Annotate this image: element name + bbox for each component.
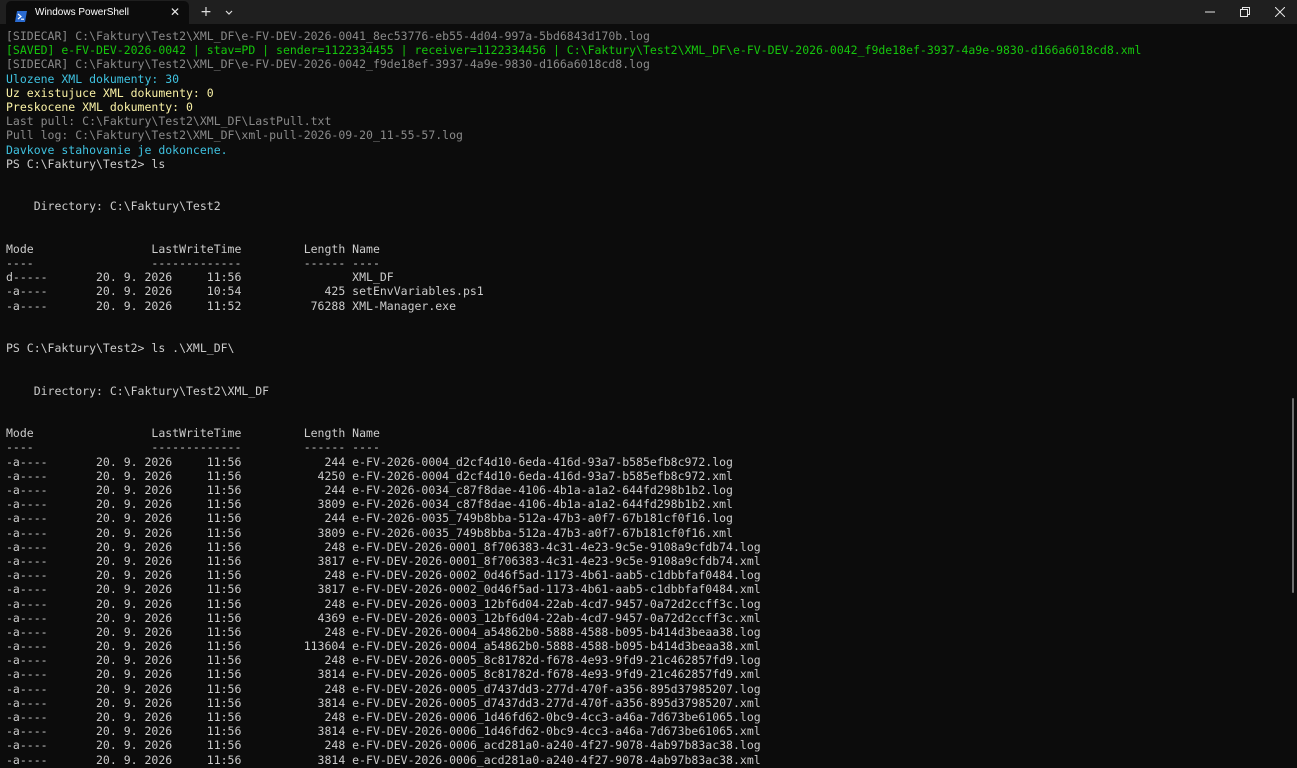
terminal-line: Mode LastWriteTime Length Name (6, 426, 380, 441)
terminal-line: [SIDECAR] C:\Faktury\Test2\XML_DF\e-FV-D… (6, 57, 650, 72)
terminal-line: -a---- 20. 9. 2026 11:56 248 e-FV-DEV-20… (6, 653, 761, 668)
terminal-line: -a---- 20. 9. 2026 11:56 248 e-FV-DEV-20… (6, 681, 761, 696)
terminal-line: Preskocene XML dokumenty: 0 (6, 99, 193, 114)
tab-close-icon[interactable]: ✕ (168, 5, 182, 19)
terminal-line: -a---- 20. 9. 2026 11:56 248 e-FV-DEV-20… (6, 596, 761, 611)
terminal-line: -a---- 20. 9. 2026 11:56 3809 e-FV-2026-… (6, 497, 733, 512)
terminal-line: PS C:\Faktury\Test2> ls (6, 156, 166, 171)
tab-title: Windows PowerShell (35, 7, 129, 18)
terminal-line: -a---- 20. 9. 2026 11:56 248 e-FV-DEV-20… (6, 710, 761, 724)
terminal-line: -a---- 20. 9. 2026 11:56 4369 e-FV-DEV-2… (6, 610, 761, 625)
terminal-output[interactable]: [SIDECAR] C:\Faktury\Test2\XML_DF\e-FV-D… (6, 29, 1289, 768)
terminal-line: -a---- 20. 9. 2026 11:56 3814 e-FV-DEV-2… (6, 667, 761, 682)
powershell-icon (15, 7, 27, 22)
terminal-line: -a---- 20. 9. 2026 11:56 3814 e-FV-DEV-2… (6, 724, 761, 739)
close-button[interactable] (1263, 0, 1297, 24)
terminal-line: -a---- 20. 9. 2026 11:56 3814 e-FV-DEV-2… (6, 752, 761, 767)
terminal-line: -a---- 20. 9. 2026 11:56 113604 e-FV-DEV… (6, 639, 761, 654)
terminal-line: -a---- 20. 9. 2026 11:52 76288 XML-Manag… (6, 298, 457, 313)
terminal-line: Davkove stahovanie je dokoncene. (6, 142, 228, 157)
terminal-line: Ulozene XML dokumenty: 30 (6, 71, 180, 86)
title-bar: Windows PowerShell ✕ + (0, 0, 1297, 24)
terminal-line: -a---- 20. 9. 2026 11:56 248 e-FV-DEV-20… (6, 539, 761, 554)
terminal-line: ---- ------------- ------ ---- (6, 256, 380, 270)
terminal-line: ---- ------------- ------ ---- (6, 440, 380, 455)
terminal-line: -a---- 20. 9. 2026 11:56 3814 e-FV-DEV-2… (6, 695, 761, 710)
terminal-line: -a---- 20. 9. 2026 10:54 425 setEnvVaria… (6, 284, 484, 299)
terminal-line: -a---- 20. 9. 2026 11:56 3817 e-FV-DEV-2… (6, 553, 761, 568)
terminal-line: -a---- 20. 9. 2026 11:56 248 e-FV-DEV-20… (6, 624, 761, 639)
maximize-icon (1240, 7, 1250, 17)
terminal-line: -a---- 20. 9. 2026 11:56 244 e-FV-2026-0… (6, 454, 733, 469)
tab-windows-powershell[interactable]: Windows PowerShell ✕ (6, 1, 189, 24)
terminal-line: Directory: C:\Faktury\Test2\XML_DF (6, 383, 270, 398)
terminal-line: Mode LastWriteTime Length Name (6, 241, 380, 256)
minimize-button[interactable] (1193, 0, 1227, 24)
terminal-line: PS C:\Faktury\Test2> ls .\XML_DF\ (6, 341, 235, 356)
terminal-line: -a---- 20. 9. 2026 11:56 248 e-FV-DEV-20… (6, 568, 761, 583)
terminal-line: Pull log: C:\Faktury\Test2\XML_DF\xml-pu… (6, 128, 463, 143)
minimize-icon (1205, 11, 1215, 13)
terminal-line: -a---- 20. 9. 2026 11:56 3809 e-FV-2026-… (6, 525, 733, 540)
close-icon (1275, 7, 1285, 17)
terminal-line: Directory: C:\Faktury\Test2 (6, 199, 221, 214)
terminal-line: -a---- 20. 9. 2026 11:56 4250 e-FV-2026-… (6, 468, 733, 483)
maximize-button[interactable] (1228, 0, 1262, 24)
terminal-line: -a---- 20. 9. 2026 11:56 244 e-FV-2026-0… (6, 483, 733, 497)
new-tab-button[interactable]: + (197, 3, 215, 21)
terminal-line: -a---- 20. 9. 2026 11:56 3817 e-FV-DEV-2… (6, 582, 761, 597)
terminal-line: -a---- 20. 9. 2026 11:56 244 e-FV-2026-0… (6, 511, 733, 526)
terminal-line: [SAVED] e-FV-DEV-2026-0042 | stav=PD | s… (6, 43, 1142, 58)
terminal-line: d----- 20. 9. 2026 11:56 XML_DF (6, 270, 394, 285)
scrollbar[interactable] (1292, 398, 1294, 593)
terminal-line: -a---- 20. 9. 2026 11:56 248 e-FV-DEV-20… (6, 738, 761, 753)
terminal-line: Uz existujuce XML dokumenty: 0 (6, 85, 214, 100)
chevron-down-icon[interactable] (222, 5, 236, 19)
terminal-line: [SIDECAR] C:\Faktury\Test2\XML_DF\e-FV-D… (6, 29, 650, 43)
terminal-line: Last pull: C:\Faktury\Test2\XML_DF\LastP… (6, 114, 332, 129)
